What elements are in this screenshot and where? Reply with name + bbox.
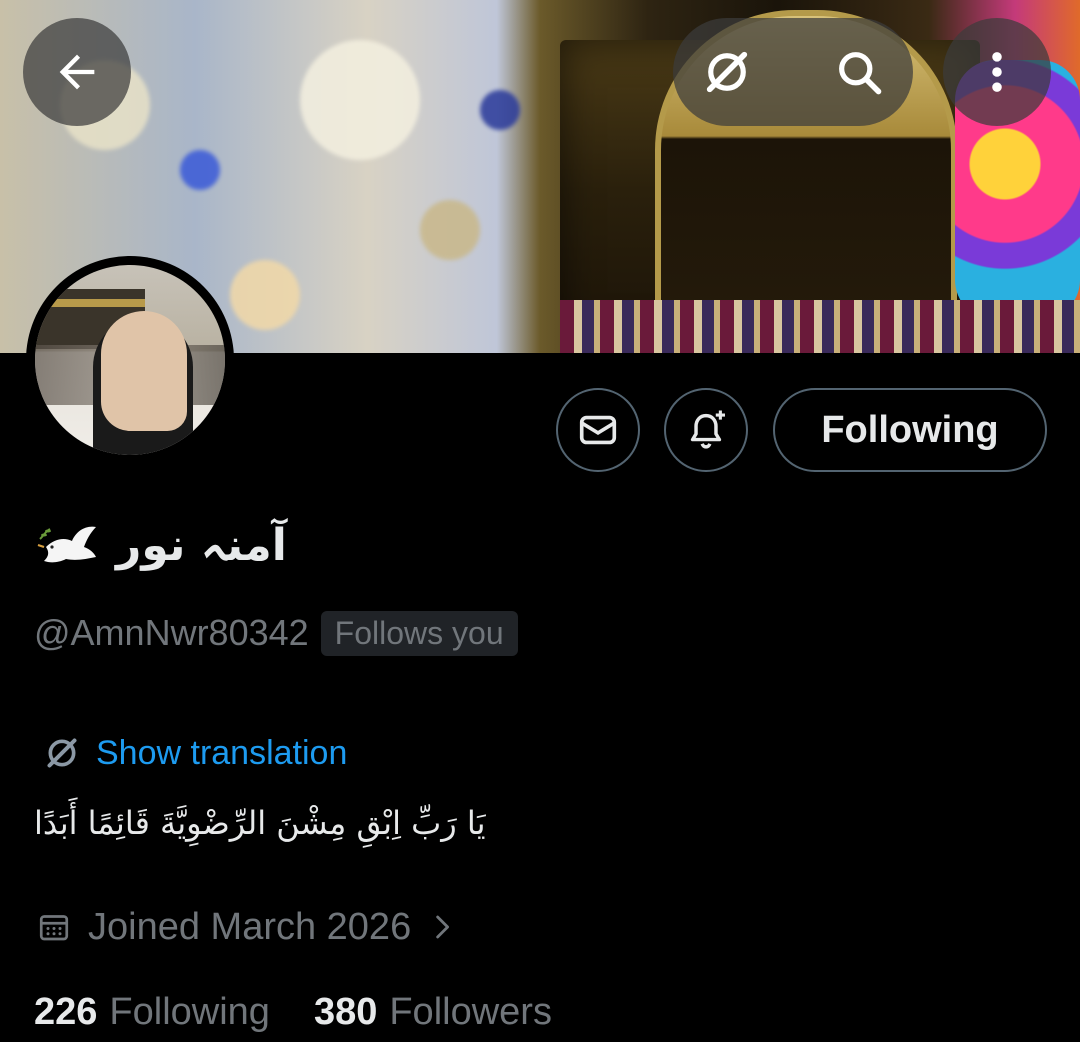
follows-you-badge: Follows you	[320, 610, 518, 656]
followers-label: Followers	[389, 990, 552, 1033]
show-translation-label: Show translation	[96, 733, 348, 772]
search-button[interactable]	[805, 18, 913, 126]
banner-bokeh	[300, 40, 420, 160]
banner-ribbon	[560, 300, 1080, 353]
following-count: 226	[34, 990, 98, 1033]
handle-row: @AmnNwr80342 Follows you	[34, 608, 518, 658]
chevron-right-icon	[427, 912, 457, 942]
show-translation-link[interactable]: Show translation	[42, 726, 347, 780]
following-button[interactable]: Following	[773, 388, 1047, 472]
display-name-row: آمنہ نور	[36, 510, 287, 580]
banner-bokeh	[180, 150, 220, 190]
following-label: Following	[109, 990, 270, 1033]
avatar-kaaba-band	[35, 299, 145, 307]
more-button[interactable]	[943, 18, 1051, 126]
grok-icon	[706, 51, 748, 93]
mail-icon	[579, 415, 617, 445]
joined-date-row[interactable]: Joined March 2026	[36, 898, 457, 956]
search-icon	[839, 52, 882, 95]
grok-button[interactable]	[673, 18, 781, 126]
dove-icon	[36, 517, 102, 573]
arrow-left-icon	[59, 54, 95, 90]
user-handle: @AmnNwr80342	[34, 612, 309, 653]
avatar[interactable]	[26, 256, 234, 464]
calendar-icon	[36, 909, 72, 945]
followers-count: 380	[313, 990, 378, 1033]
joined-date: Joined March 2026	[88, 905, 412, 948]
avatar-image	[35, 265, 225, 455]
grok-icon	[47, 738, 77, 768]
following-count-link[interactable]: 226 Following	[34, 991, 270, 1034]
banner-bokeh	[420, 200, 480, 260]
avatar-hijab	[101, 311, 187, 431]
back-button[interactable]	[23, 18, 131, 126]
banner-bokeh	[230, 260, 300, 330]
banner-bokeh	[480, 90, 520, 130]
bell-plus-icon	[690, 410, 725, 449]
display-name: آمنہ نور	[116, 519, 287, 571]
message-button[interactable]	[556, 388, 640, 472]
notifications-button[interactable]	[664, 388, 748, 472]
more-vertical-icon	[992, 52, 1002, 92]
followers-count-link[interactable]: 380 Followers	[314, 991, 552, 1034]
profile-bio: يَا رَبِّ اِبْقِ مِشْنَ الرِّضْوِيَّةَ ق…	[34, 804, 486, 842]
follow-stats: 226 Following 380 Followers	[34, 985, 552, 1039]
